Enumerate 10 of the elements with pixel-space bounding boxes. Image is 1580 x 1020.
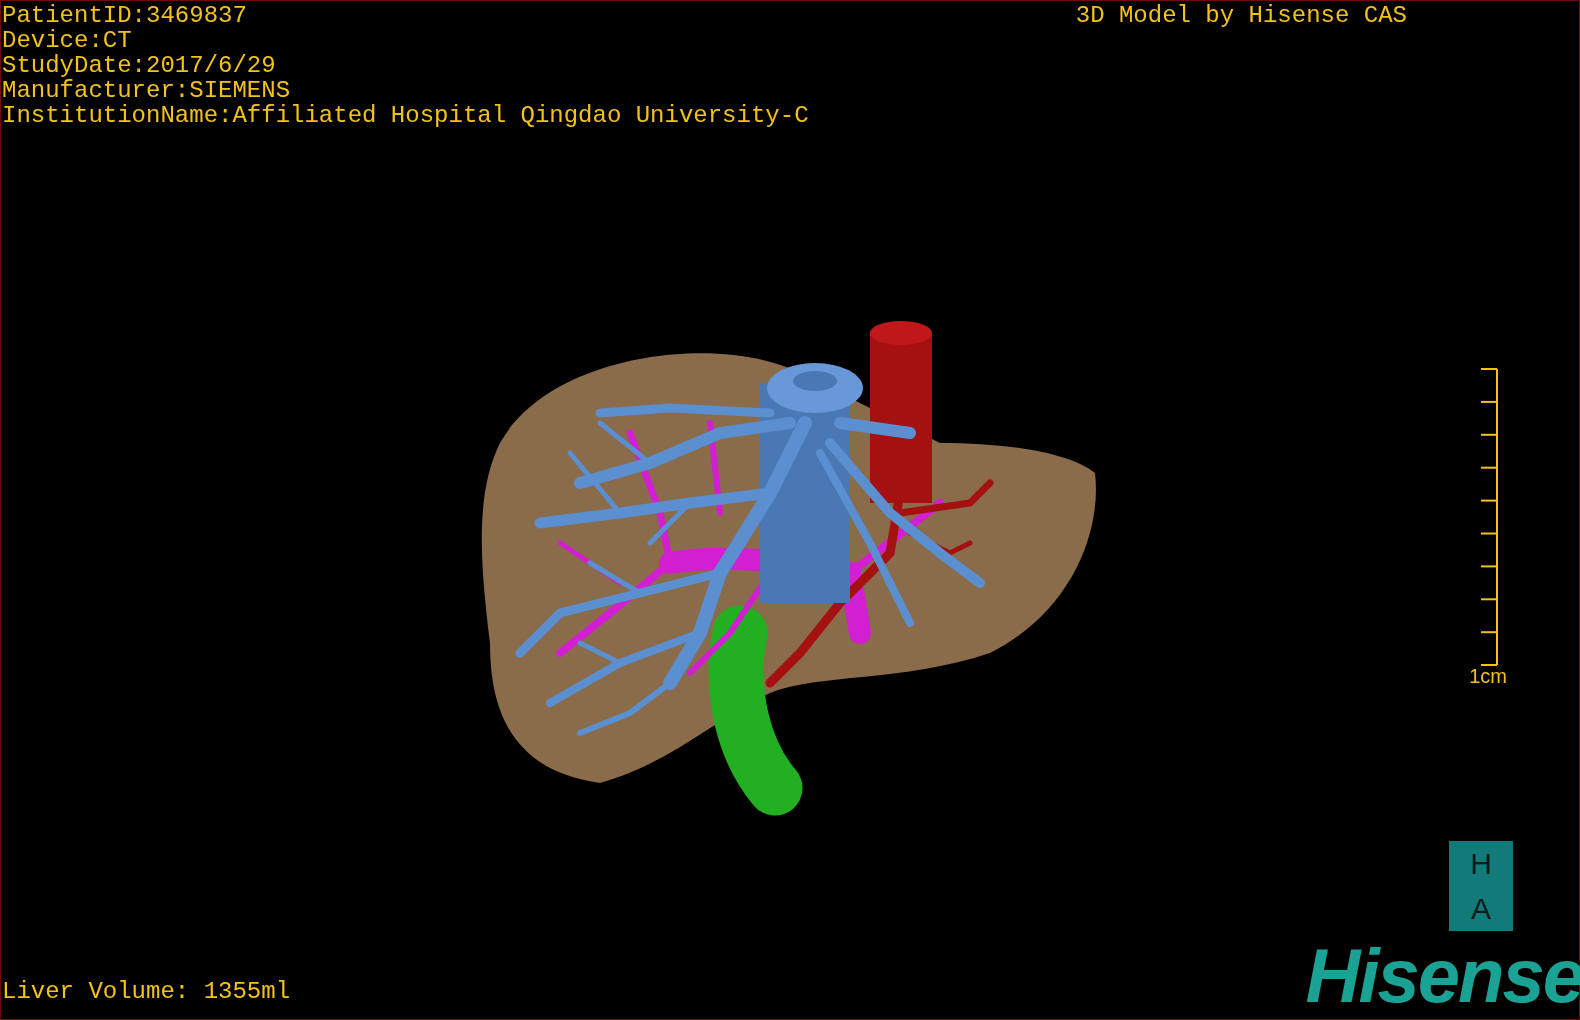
- patient-info-text: Manufacturer:SIEMENS: [2, 78, 292, 103]
- scale-bar-icon: [1481, 368, 1499, 666]
- patient-info-text: StudyDate:2017/6/29: [2, 53, 277, 78]
- orientation-cube[interactable]: H A: [1449, 841, 1513, 931]
- patient-info-text: Device:CT: [2, 28, 133, 53]
- patient-info-text: InstitutionName:Affiliated Hospital Qingdao University-C: [2, 103, 809, 128]
- model-title: 3D Model by Hisense CAS: [1075, 3, 1407, 28]
- liver-volume-text: Liver Volume: 1355ml: [1, 979, 291, 1007]
- scale-label: 1cm: [1469, 666, 1507, 686]
- patient-info-text: PatientID:3469837: [2, 3, 248, 28]
